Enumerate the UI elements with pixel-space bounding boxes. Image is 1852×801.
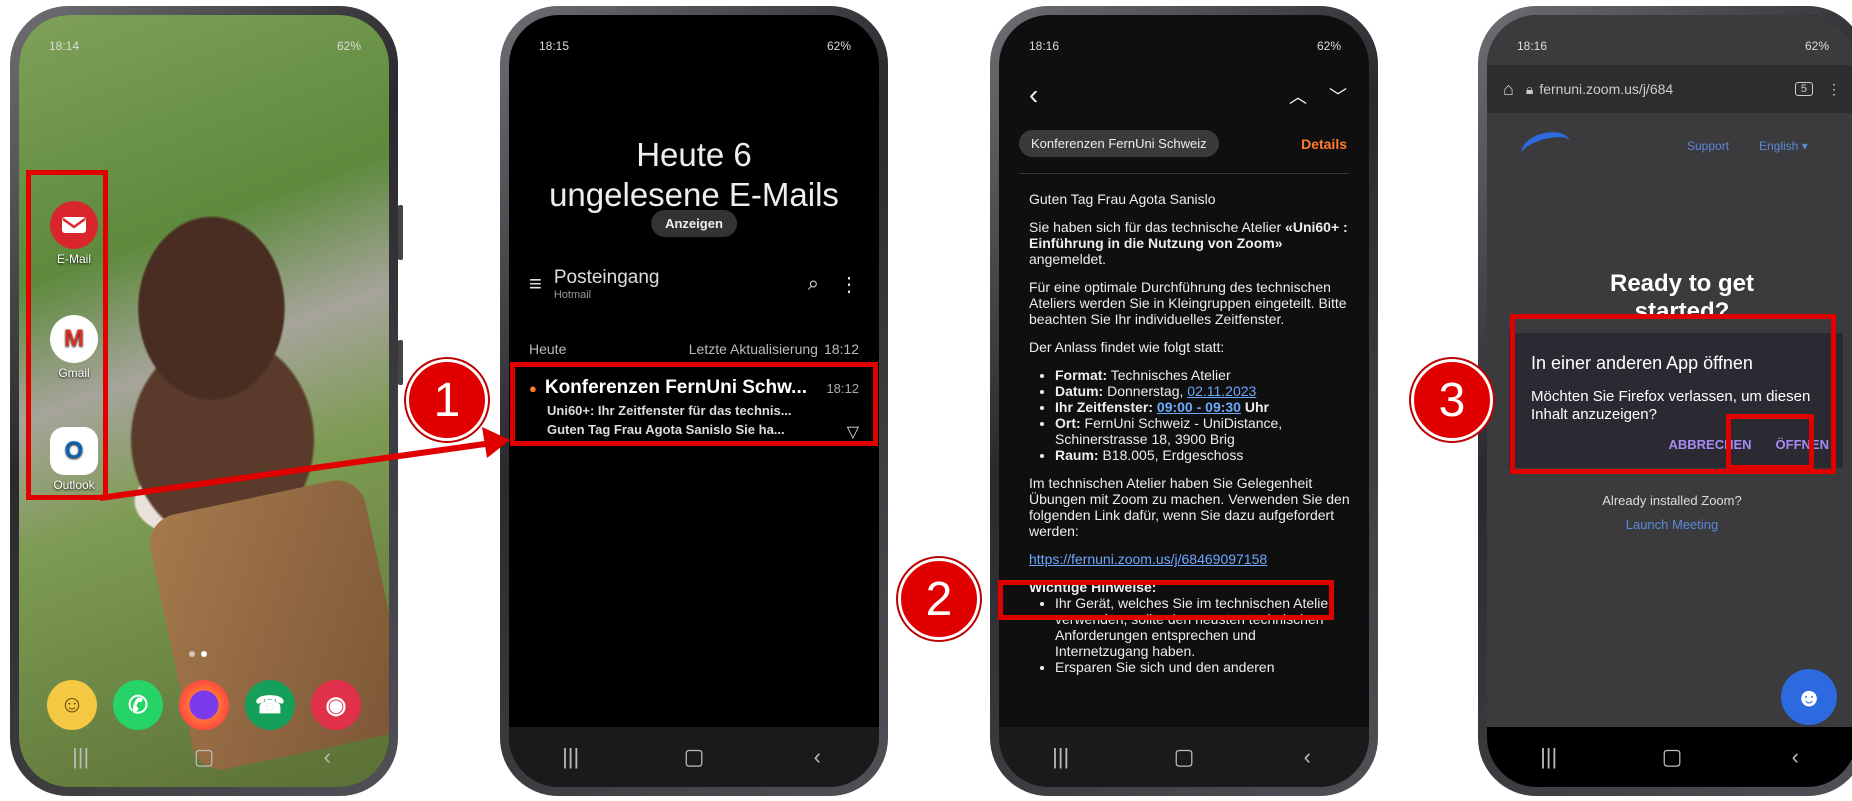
back-nav-icon[interactable]: ‹ xyxy=(297,744,357,770)
contacts-icon[interactable]: ☺ xyxy=(47,680,97,730)
installed-text: Already installed Zoom? xyxy=(1602,493,1742,508)
hint-2: Ersparen Sie sich und den anderen xyxy=(1055,659,1351,675)
date-link[interactable]: 02.11.2023 xyxy=(1187,383,1256,399)
details-link[interactable]: Details xyxy=(1301,136,1347,152)
p1-text: Sie haben sich für das technische Atelie… xyxy=(1029,219,1286,235)
sender-chip[interactable]: Konferenzen FernUni Schweiz xyxy=(1019,130,1219,157)
raum-value: B18.005, Erdgeschoss xyxy=(1098,447,1244,463)
phone-email-view: 18:16 62% ‹ ︿ ﹀ Konferenzen FernUni Schwe… xyxy=(990,6,1378,796)
back-nav-icon[interactable]: ‹ xyxy=(1277,744,1337,770)
back-nav-icon[interactable]: ‹ xyxy=(787,744,847,770)
section-today: Heute xyxy=(529,341,567,357)
zoom-link[interactable]: https://fernuni.zoom.us/j/68469097158 xyxy=(1029,551,1267,567)
p1-end: angemeldet. xyxy=(1029,251,1107,267)
format-value: Technisches Atelier xyxy=(1107,367,1231,383)
page-indicator xyxy=(189,651,207,657)
p3: Der Anlass findet wie folgt statt: xyxy=(1029,339,1225,355)
search-icon[interactable]: ⌕ xyxy=(808,273,819,296)
home-nav-icon[interactable]: ▢ xyxy=(1154,744,1214,770)
datum-label: Datum: xyxy=(1055,383,1104,399)
highlight-zoom-link xyxy=(998,580,1334,620)
recents-nav-icon[interactable]: ||| xyxy=(51,744,111,770)
home-nav-icon[interactable]: ▢ xyxy=(664,744,724,770)
time-link[interactable]: 09:00 - 09:30 xyxy=(1157,399,1241,415)
status-battery: 62% xyxy=(1804,39,1829,53)
highlight-apps xyxy=(26,170,108,500)
more-icon[interactable]: ⋮ xyxy=(1827,81,1841,98)
greeting: Guten Tag Frau Agota Sanislo xyxy=(1029,191,1216,207)
step-3-marker: 3 xyxy=(1411,359,1493,441)
status-time: 18:15 xyxy=(539,39,570,53)
language-label: English xyxy=(1759,139,1799,153)
camera-icon[interactable]: ◉ xyxy=(311,680,361,730)
chevron-up-icon[interactable]: ︿ xyxy=(1289,83,1307,109)
recents-nav-icon[interactable]: ||| xyxy=(1519,744,1579,770)
ort-label: Ort: xyxy=(1055,415,1081,431)
ort-value: FernUni Schweiz - UniDistance, Schinerst… xyxy=(1055,415,1283,447)
step-2-marker: 2 xyxy=(898,558,980,640)
zeit-unit: Uhr xyxy=(1240,399,1269,415)
back-nav-icon[interactable]: ‹ xyxy=(1765,744,1825,770)
step-1-marker: 1 xyxy=(406,359,488,441)
format-label: Format: xyxy=(1055,367,1108,383)
recents-nav-icon[interactable]: ||| xyxy=(1031,744,1091,770)
more-icon[interactable]: ⋮ xyxy=(839,272,859,297)
recents-nav-icon[interactable]: ||| xyxy=(541,744,601,770)
home-nav-icon[interactable]: ▢ xyxy=(174,744,234,770)
chat-icon[interactable]: ☻ xyxy=(1781,669,1837,725)
raum-label: Raum: xyxy=(1055,447,1099,463)
status-battery: 62% xyxy=(1316,39,1341,53)
status-time: 18:16 xyxy=(1029,39,1060,53)
last-update-label: Letzte Aktualisierung xyxy=(688,341,818,357)
whatsapp-icon[interactable]: ✆ xyxy=(113,680,163,730)
zeit-label: Ihr Zeitfenster: xyxy=(1055,399,1154,415)
datum-value: Donnerstag, xyxy=(1103,383,1188,399)
url-bar[interactable]: fernuni.zoom.us/j/684 xyxy=(1539,81,1673,97)
p4: Im technischen Atelier haben Sie Gelegen… xyxy=(1029,475,1350,539)
show-button[interactable]: Anzeigen xyxy=(651,210,737,237)
status-time: 18:14 xyxy=(49,39,80,53)
lock-icon: 🔒︎ xyxy=(1525,80,1534,97)
last-update-time: 18:12 xyxy=(823,341,859,357)
home-nav-icon[interactable]: ▢ xyxy=(1642,744,1702,770)
p2: Für eine optimale Durchführung des techn… xyxy=(1029,279,1347,327)
firefox-icon[interactable] xyxy=(179,680,229,730)
launch-meeting-link[interactable]: Launch Meeting xyxy=(1487,517,1852,532)
account-label: Hotmail xyxy=(553,289,592,301)
status-time: 18:16 xyxy=(1517,39,1548,53)
folder-title: Posteingang xyxy=(553,267,660,288)
support-link[interactable]: Support xyxy=(1687,139,1729,153)
phone-icon[interactable]: ☎ xyxy=(245,680,295,730)
browser-toolbar: ⌂ 🔒︎ fernuni.zoom.us/j/684 5 ⋮ xyxy=(1487,65,1852,113)
status-battery: 62% xyxy=(826,39,851,53)
unread-headline: Heute 6 ungelesene E-Mails xyxy=(549,136,839,213)
status-battery: 62% xyxy=(336,39,361,53)
highlight-email-item xyxy=(510,362,878,446)
menu-icon[interactable]: ≡ xyxy=(529,271,542,297)
tabs-counter[interactable]: 5 xyxy=(1794,82,1813,96)
home-icon[interactable]: ⌂ xyxy=(1503,79,1514,100)
highlight-open-button xyxy=(1726,414,1814,470)
back-icon[interactable]: ‹ xyxy=(1029,79,1038,111)
chevron-down-icon[interactable]: ﹀ xyxy=(1329,83,1347,109)
dock: ☺ ✆ ☎ ◉ xyxy=(39,680,369,733)
language-select[interactable]: English ▾ xyxy=(1759,139,1808,153)
